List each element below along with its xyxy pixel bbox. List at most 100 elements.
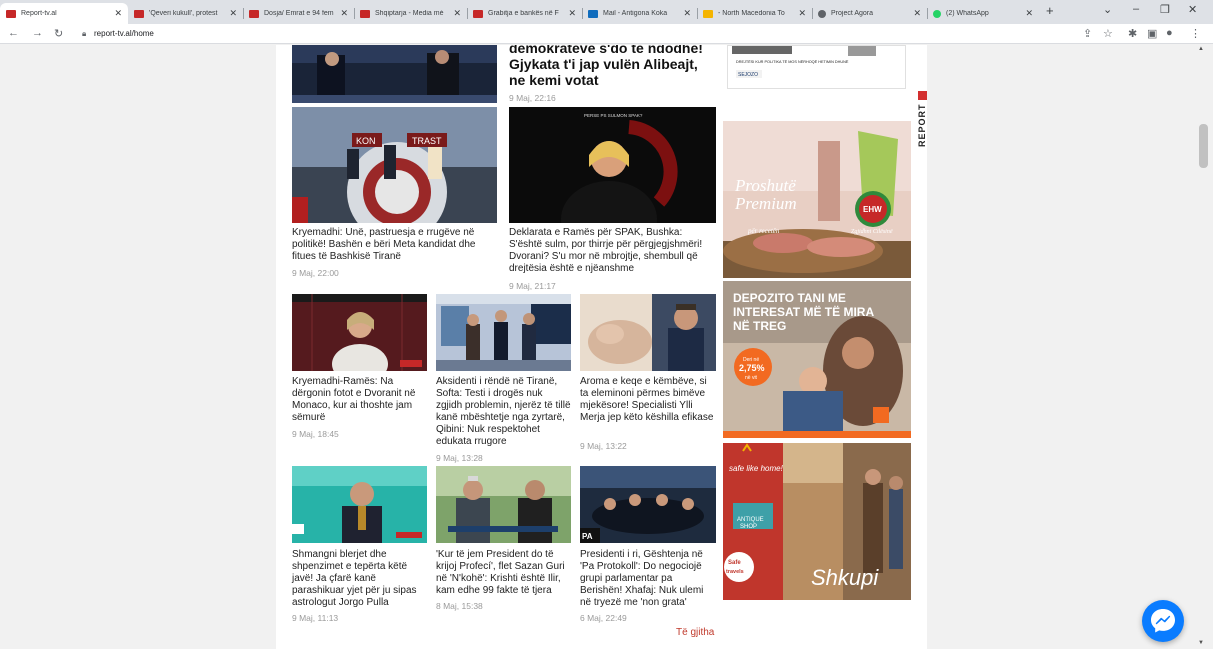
tab-title: Grabitja e bankës në F [488,10,559,17]
thumb-jorgo-pulla[interactable] [292,466,427,543]
rate-post: në vit [745,375,758,381]
svg-text:TRAST: TRAST [412,136,442,146]
reload-icon[interactable]: ↻ [54,27,63,40]
thumb-aroma-kembeve[interactable] [580,294,716,371]
page-viewport: demokratëve s'do të ndodhë! Gjykata t'i … [0,45,1213,649]
ad-safe-travels-shkupi[interactable]: Safe travels ANTIQUE SHOP safe like home… [723,443,911,600]
report-logo-icon [918,91,927,100]
close-icon[interactable]: ✕ [114,8,122,19]
safe-travels-2: travels [726,569,744,575]
close-icon[interactable]: ✕ [568,8,576,19]
lock-icon[interactable]: 🔒︎ [82,29,86,39]
share-icon[interactable]: ⇪ [1083,27,1092,40]
headline-sazan-guri[interactable]: 'Kur të jem President do të krijoj Profe… [436,549,571,597]
tab-dosja[interactable]: Dosja/ Emrat e 94 fem ✕ [243,3,354,24]
headline-aroma-kembeve[interactable]: Aroma e keqe e këmbëve, si ta eleminoni … [580,376,716,424]
ad1-line1: Proshutë [734,176,796,195]
tab-project-agora[interactable]: Project Agora ✕ [812,3,927,24]
shop-line1: ANTIQUE [737,517,764,523]
scroll-up-arrow-icon[interactable]: ▲ [1198,46,1204,52]
headline-kryemadhi-pastruesja[interactable]: Kryemadhi: Unë, pastruesja e rrugëve në … [292,227,497,263]
thumb-kryemadhi-kontrast[interactable]: KON TRAST [292,107,497,223]
extensions-icon[interactable]: ✱ [1128,27,1137,40]
ad1-line2: Premium [734,194,797,213]
safe-travels-1: Safe [728,560,741,566]
date-sazan-guri: 8 Maj, 15:38 [436,601,483,611]
tab-title: Dosja/ Emrat e 94 fem [264,10,334,17]
headline-top-feature[interactable]: demokratëve s'do të ndodhë! Gjykata t'i … [509,45,709,88]
shkupi-text: Shkupi [811,565,879,590]
close-icon[interactable]: ✕ [340,8,348,19]
messenger-icon[interactable] [1142,600,1184,642]
svg-text:KON: KON [356,136,376,146]
date-bushka-spak: 9 Maj, 21:17 [509,281,556,291]
thumb-kryemadhi-monaco[interactable] [292,294,427,371]
close-icon[interactable]: ✕ [798,8,806,19]
ad-top-banner[interactable]: DREJTËSI KUR POLITIKA TË MOS NËRHOQË HET… [727,45,906,89]
thumb-sazan-guri[interactable] [436,466,571,543]
thumb-top-left[interactable] [292,45,497,103]
tab-mail[interactable]: Mail - Antigona Koka ✕ [582,3,697,24]
date-jorgo-pulla: 9 Maj, 11:13 [292,613,339,623]
report-tv-favicon-icon [134,9,144,18]
report-vertical-label: REPORT [916,91,928,151]
close-icon[interactable]: ✕ [683,8,691,19]
date-aroma-kembeve: 9 Maj, 13:22 [580,441,627,451]
thumb-aksidenti-tirane[interactable] [436,294,571,371]
ad-bank-deposit[interactable]: Deri në 2,75% në vit DEPOZITO TANI ME IN… [723,281,911,438]
close-icon[interactable]: ✕ [913,8,921,19]
close-icon[interactable]: ✕ [229,8,237,19]
forward-icon[interactable]: → [32,27,43,39]
headline-bushka-spak[interactable]: Deklarata e Ramës për SPAK, Bushka: S'ës… [509,227,716,275]
scrollbar-thumb[interactable] [1199,124,1208,168]
date-gështenja: 6 Maj, 22:49 [580,613,627,623]
restore-icon[interactable]: ❐ [1160,3,1170,16]
tab-report-tv[interactable]: Report-tv.al ✕ [0,3,128,24]
thumb-gështenja[interactable]: PA [580,466,716,543]
chevron-down-icon[interactable]: ⌄ [1103,3,1112,16]
close-icon[interactable]: ✕ [1025,8,1033,19]
ad-proshute-premium[interactable]: EHW Proshutë Premium për recetën Zgjidhn… [723,121,911,278]
tab-title: (2) WhatsApp [946,10,989,17]
all-news-link[interactable]: Të gjitha [676,627,714,638]
menu-icon[interactable]: ⋮ [1190,27,1201,40]
scroll-down-arrow-icon[interactable]: ▼ [1198,640,1204,646]
report-tv-favicon-icon [6,9,16,18]
tab-whatsapp[interactable]: (2) WhatsApp ✕ [927,3,1039,24]
window-close-icon[interactable]: ✕ [1188,3,1197,16]
ehw-badge: EHW [863,205,882,214]
shqiptarja-favicon-icon [249,9,259,18]
tab-shqiptarja[interactable]: Shqiptarja - Media mé ✕ [354,3,467,24]
tab-strip: Report-tv.al ✕ 'Qeveri kukull', protest … [0,0,1213,24]
new-tab-plus-icon[interactable]: + [1046,3,1054,18]
tab-north-macedonia[interactable]: - North Macedonia To ✕ [697,3,812,24]
date-top-feature: 9 Maj, 22:16 [509,93,556,103]
tab-title: Project Agora [831,10,874,17]
safe-like-home: safe like home! [729,464,784,473]
headline-gështenja[interactable]: Presidenti i ri, Gështenja në 'Pa Protok… [580,549,716,609]
star-icon[interactable]: ☆ [1103,27,1113,40]
date-kryemadhi-monaco: 9 Maj, 18:45 [292,429,339,439]
sidepanel-icon[interactable]: ▣ [1147,27,1157,40]
ad1-sub: për recetën [747,227,780,235]
headline-jorgo-pulla[interactable]: Shmangni blerjet dhe shpenzimet e tepërt… [292,549,427,609]
tab-grabitja[interactable]: Grabitja e bankës në F ✕ [467,3,582,24]
headline-kryemadhi-monaco[interactable]: Kryemadhi-Ramës: Na dërgonin fotot e Dvo… [292,376,427,424]
tab-title: Shqiptarja - Media mé [375,10,444,17]
thumb-caption: PERSE PS SULMON SPAK? [584,113,643,118]
profile-icon[interactable]: ● [1166,27,1173,39]
tab-qeveri-kukull[interactable]: 'Qeveri kukull', protest ✕ [128,3,243,24]
svg-text:PA: PA [582,532,593,541]
back-icon[interactable]: ← [8,27,19,39]
bank-ad-title: DEPOZITO TANI ME INTERESAT MË TË MIRA NË… [733,291,874,333]
thumb-bushka-spak[interactable]: PERSE PS SULMON SPAK? [509,107,716,223]
close-icon[interactable]: ✕ [453,8,461,19]
tab-title: - North Macedonia To [718,10,785,17]
address-bar[interactable]: report-tv.al/home [94,29,154,38]
date-aksidenti-tirane: 9 Maj, 13:28 [436,453,483,463]
minimize-icon[interactable]: – [1133,3,1139,15]
headline-aksidenti-tirane[interactable]: Aksidenti i rëndë në Tiranë, Softa: Test… [436,376,571,448]
report-label-text: REPORT [917,103,927,147]
shqiptarja-favicon-icon [473,9,483,18]
tab-title: 'Qeveri kukull', protest [149,10,218,17]
